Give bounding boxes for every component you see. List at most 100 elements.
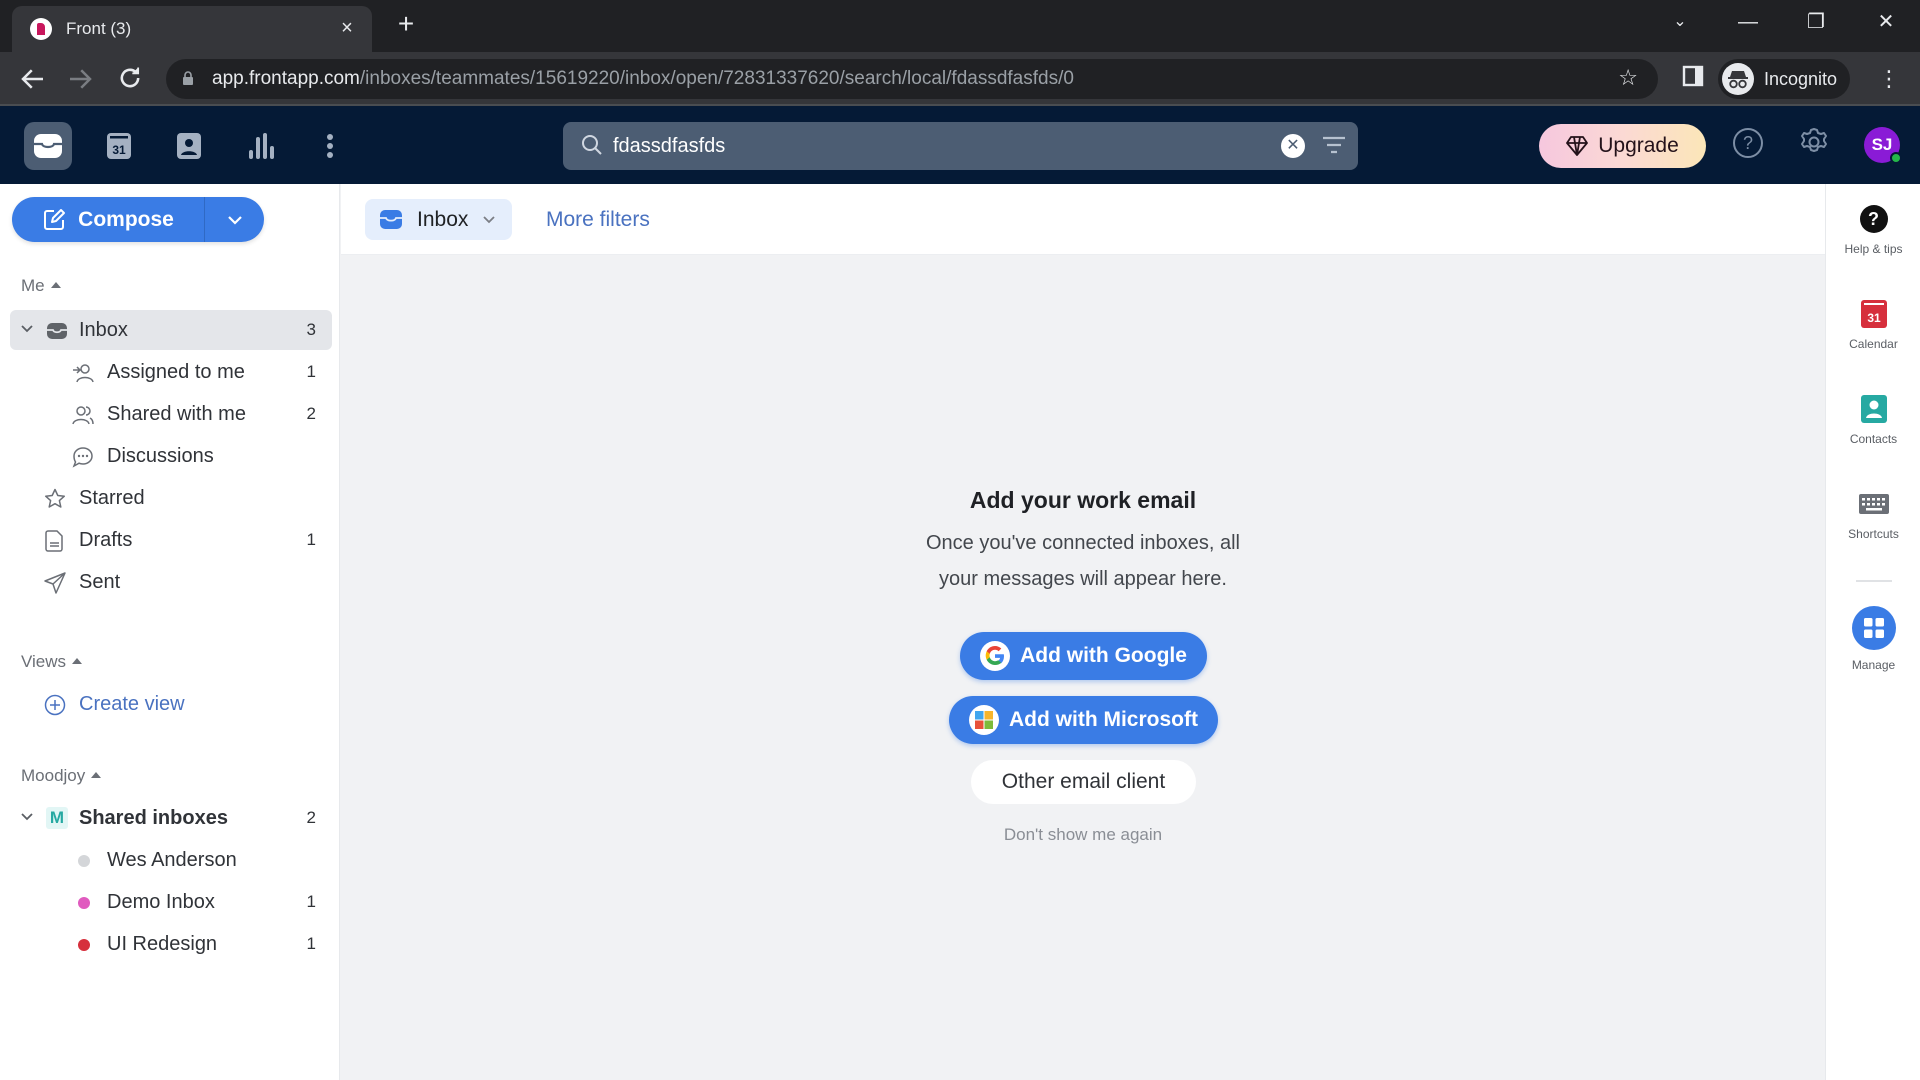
sent-icon [44, 572, 66, 594]
rail-shortcuts[interactable]: Shortcuts [1826, 489, 1920, 541]
search-icon [582, 135, 602, 155]
add-with-google-button[interactable]: Add with Google [960, 632, 1207, 680]
inbox-color-dot [78, 855, 90, 867]
section-header-moodjoy[interactable]: Moodjoy [21, 766, 102, 786]
upgrade-button[interactable]: Upgrade [1539, 124, 1706, 168]
sidebar-item-label: Sent [79, 571, 121, 593]
back-icon[interactable] [18, 64, 48, 94]
incognito-profile-button[interactable]: Incognito [1718, 59, 1850, 99]
upgrade-label: Upgrade [1598, 134, 1679, 157]
rail-manage[interactable]: Manage [1826, 606, 1920, 672]
rail-contacts[interactable]: Contacts [1826, 394, 1920, 446]
sidebar-item-demo-inbox[interactable]: Demo Inbox 1 [10, 882, 332, 922]
sidebar-item-label: Inbox [79, 319, 128, 341]
sidebar-item-label: Shared with me [107, 403, 246, 425]
user-avatar[interactable]: SJ [1864, 127, 1902, 164]
incognito-label: Incognito [1764, 69, 1838, 89]
new-tab-button[interactable]: + [392, 10, 420, 38]
search-bar[interactable]: ✕ [563, 122, 1358, 170]
sidebar-item-drafts[interactable]: Drafts 1 [10, 520, 332, 560]
google-button-label: Add with Google [1020, 644, 1187, 667]
rail-label: Help & tips [1844, 242, 1903, 256]
clear-search-icon[interactable]: ✕ [1281, 134, 1305, 158]
collapse-caret-icon [91, 772, 102, 778]
calendar-nav-button[interactable]: 31 [95, 122, 143, 170]
more-filters-link[interactable]: More filters [546, 208, 650, 232]
window-close-button[interactable]: ✕ [1866, 8, 1906, 36]
sidebar-item-starred[interactable]: Starred [10, 478, 332, 518]
unread-count: 1 [306, 362, 316, 381]
sidebar-item-inbox[interactable]: Inbox 3 [10, 310, 332, 350]
inbox-filter-dropdown[interactable]: Inbox [365, 199, 512, 240]
empty-state-panel: Add your work email Once you've connecte… [341, 255, 1825, 1080]
grid-icon [1851, 606, 1896, 650]
chevron-down-icon [227, 215, 242, 225]
browser-menu-icon[interactable]: ⋮ [1874, 64, 1904, 94]
search-input[interactable] [613, 130, 1253, 162]
unread-count: 2 [306, 404, 316, 423]
compose-label: Compose [78, 207, 174, 231]
dont-show-again-link[interactable]: Don't show me again [341, 825, 1825, 845]
rail-calendar[interactable]: 31 Calendar [1826, 299, 1920, 351]
compose-options-button[interactable] [205, 197, 264, 242]
plus-circle-icon [44, 694, 66, 716]
search-filter-icon[interactable] [1321, 134, 1347, 158]
forward-icon[interactable] [65, 64, 95, 94]
browser-tab-strip: Front (3) × + ⌄ — ❐ ✕ [0, 0, 1920, 52]
browser-tab[interactable]: Front (3) × [12, 6, 372, 52]
compose-button-group: Compose [12, 197, 264, 242]
compose-icon [44, 208, 66, 230]
sidebar-item-wes-anderson[interactable]: Wes Anderson [10, 840, 332, 880]
sidebar-item-sent[interactable]: Sent [10, 562, 332, 602]
sidebar-item-discussions[interactable]: Discussions [10, 436, 332, 476]
section-header-me[interactable]: Me [21, 276, 61, 296]
unread-count: 1 [306, 892, 316, 911]
sidebar-item-shared-inboxes[interactable]: M Shared inboxes 2 [10, 798, 332, 838]
draft-icon [45, 530, 63, 552]
address-bar[interactable]: app.frontapp.com/inboxes/teammates/15619… [166, 59, 1658, 99]
add-with-microsoft-button[interactable]: Add with Microsoft [949, 696, 1218, 744]
unread-count: 1 [306, 530, 316, 549]
more-nav-button[interactable] [306, 122, 354, 170]
analytics-nav-button[interactable] [236, 122, 284, 170]
chevron-down-icon [21, 325, 33, 333]
create-view-link[interactable]: Create view [10, 684, 332, 724]
tab-search-icon[interactable]: ⌄ [1660, 8, 1700, 36]
restore-button[interactable]: ❐ [1796, 8, 1836, 36]
lock-icon [183, 71, 193, 85]
microsoft-logo-icon [969, 705, 999, 735]
settings-gear-icon[interactable] [1798, 126, 1830, 158]
minimize-button[interactable]: — [1728, 8, 1768, 36]
collapse-caret-icon [50, 282, 61, 288]
rail-label: Shortcuts [1848, 527, 1899, 541]
calendar-icon: 31 [1860, 300, 1887, 328]
tab-close-icon[interactable]: × [334, 15, 360, 41]
inbox-filter-label: Inbox [417, 208, 469, 231]
filter-bar: Inbox More filters [341, 184, 1825, 255]
side-panel-icon[interactable] [1678, 64, 1708, 94]
sidebar-item-ui-redesign[interactable]: UI Redesign 1 [10, 924, 332, 964]
compose-button[interactable]: Compose [12, 197, 204, 242]
section-header-views[interactable]: Views [21, 652, 83, 672]
star-icon [44, 488, 66, 508]
incognito-icon [1722, 63, 1754, 95]
sidebar-item-label: UI Redesign [107, 933, 218, 955]
unread-count: 2 [306, 808, 316, 827]
other-email-client-button[interactable]: Other email client [971, 760, 1196, 804]
rail-help-tips[interactable]: ? Help & tips [1826, 204, 1920, 256]
bookmark-star-icon[interactable]: ☆ [1618, 65, 1638, 91]
inbox-nav-button[interactable] [24, 122, 72, 170]
inbox-icon [34, 134, 62, 158]
app-header: 31 ✕ Upgrade ? SJ [0, 106, 1920, 184]
contacts-icon [177, 133, 201, 159]
sidebar-item-label: Shared inboxes [79, 807, 228, 829]
help-icon: ? [1859, 205, 1888, 233]
reload-icon[interactable] [115, 64, 145, 94]
keyboard-icon [1858, 494, 1889, 514]
sidebar-item-shared-with-me[interactable]: Shared with me 2 [10, 394, 332, 434]
sidebar-item-label: Discussions [107, 445, 214, 467]
inbox-icon [380, 210, 402, 229]
contacts-nav-button[interactable] [165, 122, 213, 170]
sidebar-item-assigned-to-me[interactable]: Assigned to me 1 [10, 352, 332, 392]
help-button[interactable]: ? [1733, 128, 1763, 158]
